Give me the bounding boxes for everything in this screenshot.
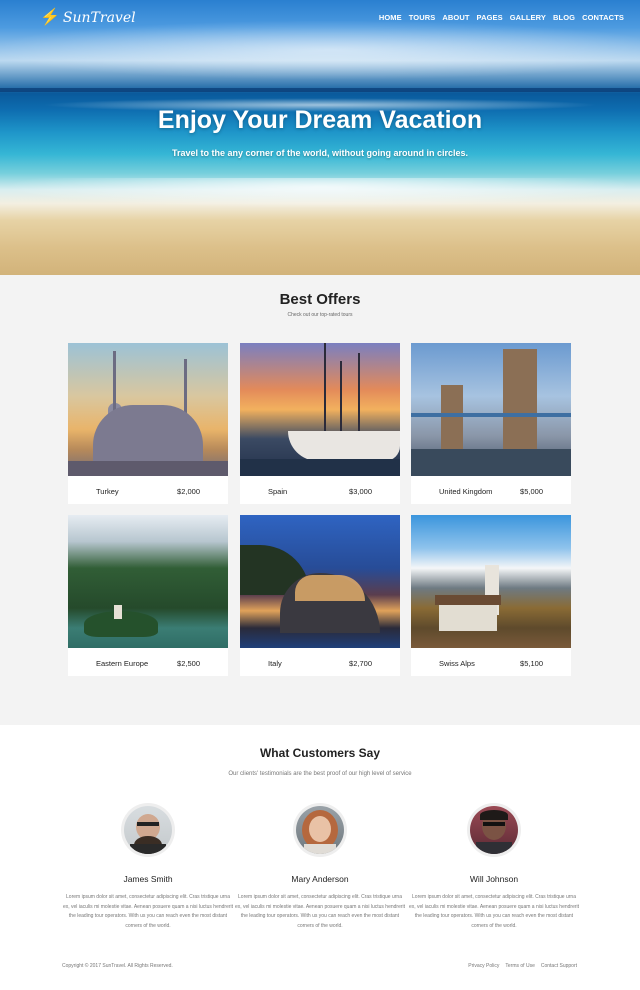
nav-gallery[interactable]: GALLERY xyxy=(510,13,546,22)
brand-name: SunTravel xyxy=(62,10,136,26)
mosque-photo xyxy=(68,343,228,476)
offer-card-eastern-europe[interactable]: Eastern Europe $2,500 xyxy=(68,515,228,676)
hero-surf xyxy=(0,178,640,208)
hero-title: Enjoy Your Dream Vacation xyxy=(157,106,483,134)
hero-subtitle: Travel to the any corner of the world, w… xyxy=(171,148,469,158)
footer-links: Privacy Policy Terms of Use Contact Supp… xyxy=(468,963,577,969)
offer-card-italy[interactable]: Italy $2,700 xyxy=(240,515,400,676)
offer-name: Eastern Europe xyxy=(96,659,149,668)
offers-subtitle: Check out our top-rated tours xyxy=(287,312,353,318)
coastal-town-photo xyxy=(240,515,400,648)
offer-price: $2,700 xyxy=(349,659,372,668)
main-nav: HOME TOURS ABOUT PAGES GALLERY BLOG CONT… xyxy=(379,13,624,22)
hero-section: ⚡ SunTravel HOME TOURS ABOUT PAGES GALLE… xyxy=(0,0,640,275)
offer-name: Swiss Alps xyxy=(439,659,475,668)
bolt-icon: ⚡ xyxy=(40,9,60,26)
offer-card-uk[interactable]: United Kingdom $5,000 xyxy=(411,343,571,504)
testimonial-name: James Smith xyxy=(123,874,173,884)
offers-section: Best Offers Check out our top-rated tour… xyxy=(0,275,640,725)
avatar xyxy=(293,803,347,857)
offer-price: $5,000 xyxy=(520,487,543,496)
testimonial-name: Will Johnson xyxy=(469,874,519,884)
testimonial-name: Mary Anderson xyxy=(291,874,349,884)
offers-title: Best Offers xyxy=(279,291,361,308)
testimonials-subtitle: Our clients' testimonials are the best p… xyxy=(228,771,412,777)
offer-card-turkey[interactable]: Turkey $2,000 xyxy=(68,343,228,504)
testimonial-text: Lorem ipsum dolor sit amet, consectetur … xyxy=(62,894,234,929)
offer-card-spain[interactable]: Spain $3,000 xyxy=(240,343,400,504)
testimonial-card: James Smith Lorem ipsum dolor sit amet, … xyxy=(60,803,236,931)
offer-price: $2,000 xyxy=(177,487,200,496)
tower-bridge-photo xyxy=(411,343,571,476)
nav-pages[interactable]: PAGES xyxy=(477,13,503,22)
footer-link-privacy[interactable]: Privacy Policy xyxy=(468,963,499,969)
avatar xyxy=(467,803,521,857)
offer-name: Spain xyxy=(268,487,288,496)
offer-price: $3,000 xyxy=(349,487,372,496)
avatar xyxy=(121,803,175,857)
testimonials-section: What Customers Say Our clients' testimon… xyxy=(0,725,640,990)
testimonial-text: Lorem ipsum dolor sit amet, consectetur … xyxy=(408,894,580,929)
harbor-photo xyxy=(240,343,400,476)
testimonial-card: Will Johnson Lorem ipsum dolor sit amet,… xyxy=(406,803,582,931)
brand-logo[interactable]: ⚡ SunTravel xyxy=(40,9,136,27)
testimonials-title: What Customers Say xyxy=(259,746,381,760)
testimonial-text: Lorem ipsum dolor sit amet, consectetur … xyxy=(234,894,406,929)
copyright: Copyright © 2017 SunTravel. All Rights R… xyxy=(62,963,173,969)
offer-name: Turkey xyxy=(96,487,119,496)
footer-link-support[interactable]: Contact Support xyxy=(541,963,577,969)
nav-tours[interactable]: TOURS xyxy=(409,13,436,22)
nav-about[interactable]: ABOUT xyxy=(442,13,469,22)
offer-name: United Kingdom xyxy=(439,487,493,496)
footer: Copyright © 2017 SunTravel. All Rights R… xyxy=(0,963,640,973)
nav-home[interactable]: HOME xyxy=(379,13,402,22)
hero-clouds xyxy=(0,20,640,80)
offer-price: $5,100 xyxy=(520,659,543,668)
offer-price: $2,500 xyxy=(177,659,200,668)
hero-horizon xyxy=(0,88,640,92)
alpine-church-photo xyxy=(411,515,571,648)
offer-card-swiss-alps[interactable]: Swiss Alps $5,100 xyxy=(411,515,571,676)
testimonial-card: Mary Anderson Lorem ipsum dolor sit amet… xyxy=(232,803,408,931)
footer-link-terms[interactable]: Terms of Use xyxy=(505,963,534,969)
offer-name: Italy xyxy=(268,659,282,668)
nav-blog[interactable]: BLOG xyxy=(553,13,575,22)
lake-island-photo xyxy=(68,515,228,648)
nav-contacts[interactable]: CONTACTS xyxy=(582,13,624,22)
